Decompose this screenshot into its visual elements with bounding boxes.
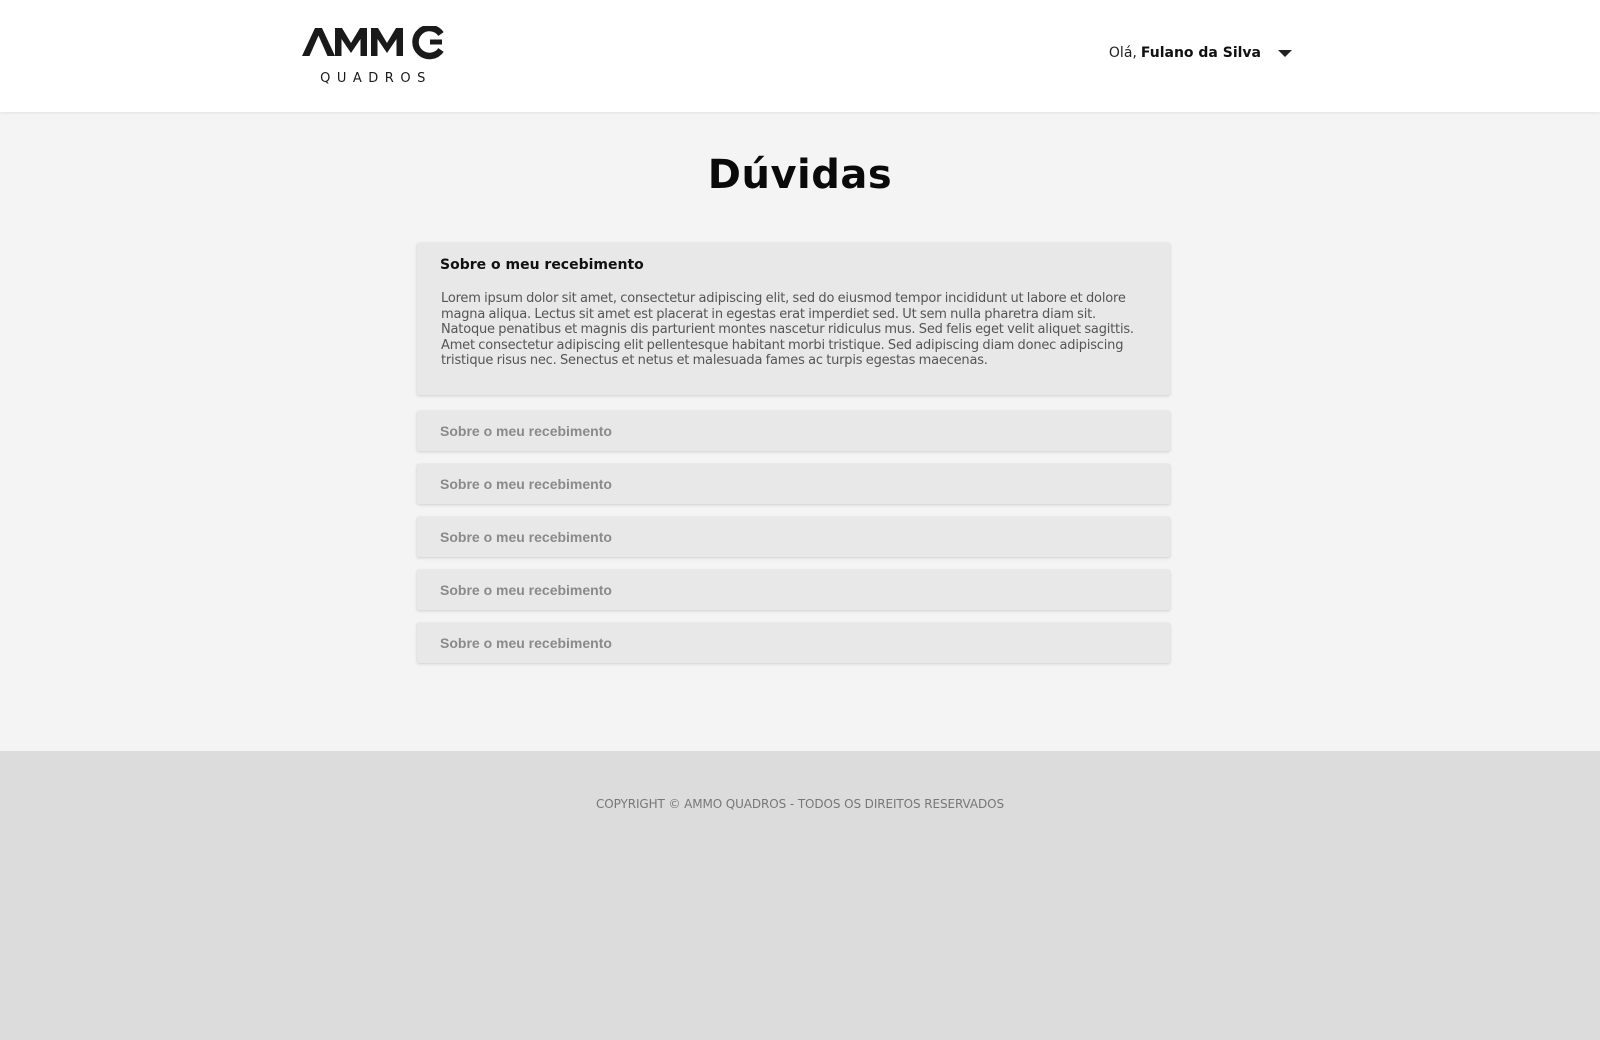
user-menu[interactable]: Olá, Fulano da Silva (1109, 45, 1292, 61)
faq-question: Sobre o meu recebimento (440, 528, 612, 545)
caret-down-icon[interactable] (1278, 49, 1292, 57)
faq-question: Sobre o meu recebimento (440, 634, 612, 651)
faq-item[interactable]: Sobre o meu recebimento (417, 410, 1170, 451)
site-header: QUADROS Olá, Fulano da Silva (0, 0, 1600, 112)
logo-graphic: QUADROS (302, 26, 444, 86)
greeting-label: Olá, (1108, 45, 1137, 61)
page-title: Dúvidas (707, 152, 893, 198)
faq-item[interactable]: Sobre o meu recebimento (417, 622, 1170, 663)
faq-answer: Lorem ipsum dolor sit amet, consectetur … (441, 291, 1134, 368)
faq-question: Sobre o meu recebimento (440, 581, 612, 598)
copyright-text: COPYRIGHT © AMMO QUADROS - TODOS OS DIRE… (596, 797, 1004, 811)
faq-list: Sobre o meu recebimento Lorem ipsum dolo… (417, 243, 1170, 676)
faq-question: Sobre o meu recebimento (440, 475, 612, 492)
logo-subtitle: QUADROS (320, 71, 432, 86)
faq-item[interactable]: Sobre o meu recebimento (417, 569, 1170, 610)
faq-question: Sobre o meu recebimento (440, 257, 644, 273)
ammo-quadros-logo[interactable]: QUADROS (302, 26, 448, 86)
faq-item[interactable]: Sobre o meu recebimento Lorem ipsum dolo… (417, 243, 1170, 395)
user-name: Fulano da Silva (1140, 45, 1261, 61)
faq-item[interactable]: Sobre o meu recebimento (417, 463, 1170, 504)
site-footer: COPYRIGHT © AMMO QUADROS - TODOS OS DIRE… (0, 751, 1600, 1040)
faq-item[interactable]: Sobre o meu recebimento (417, 516, 1170, 557)
faq-question: Sobre o meu recebimento (440, 422, 612, 439)
